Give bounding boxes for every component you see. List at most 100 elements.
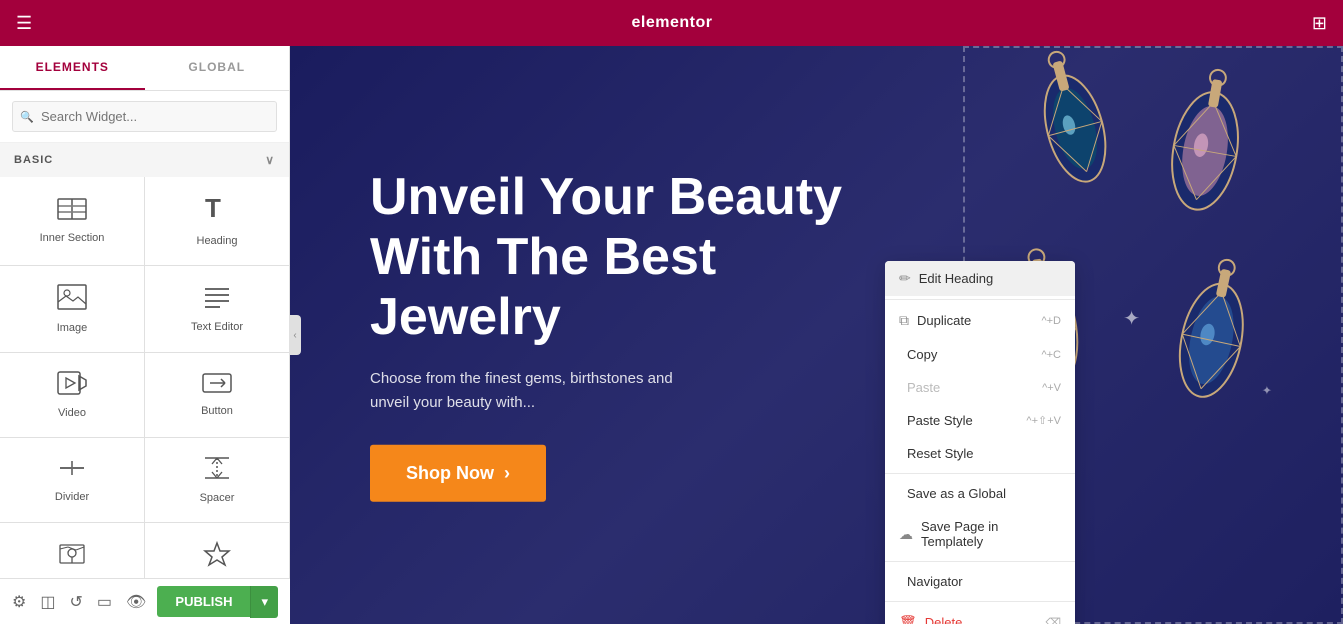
tab-global[interactable]: GLOBAL xyxy=(145,46,290,90)
copy-label: Copy xyxy=(907,347,937,362)
context-menu-copy[interactable]: Copy ^+C xyxy=(885,338,1075,371)
widget-inner-section-label: Inner Section xyxy=(40,232,105,244)
tab-elements[interactable]: ELEMENTS xyxy=(0,46,145,90)
context-menu-paste-style[interactable]: Paste Style ^+⇧+V xyxy=(885,404,1075,437)
context-menu-navigator-content: Navigator xyxy=(899,574,963,589)
context-menu: ✏ Edit Heading ⧉ Duplicate ^+D Copy xyxy=(885,261,1075,624)
star-icon xyxy=(203,541,231,573)
context-menu-reset-style-content: Reset Style xyxy=(899,446,973,461)
image-icon xyxy=(57,284,87,314)
search-box xyxy=(0,91,289,143)
context-menu-duplicate-content: ⧉ Duplicate xyxy=(899,312,971,329)
hamburger-icon[interactable]: ☰ xyxy=(16,13,32,34)
widget-image[interactable]: Image xyxy=(0,266,144,352)
paste-shortcut: ^+V xyxy=(1042,382,1061,394)
preview-icon[interactable]: 👁 xyxy=(126,592,146,612)
context-menu-edit-heading[interactable]: ✏ Edit Heading xyxy=(885,261,1075,296)
delete-shortcut: ⌫ xyxy=(1045,616,1061,624)
sidebar-tabs: ELEMENTS GLOBAL xyxy=(0,46,289,91)
widget-spacer-label: Spacer xyxy=(200,492,235,504)
settings-icon[interactable]: ⚙ xyxy=(12,592,26,612)
shop-now-arrow-icon: › xyxy=(504,463,510,484)
top-bar: ☰ elementor ⊞ xyxy=(0,0,1343,46)
hero-subtext: Choose from the finest gems, birthstones… xyxy=(370,367,890,415)
publish-button[interactable]: PUBLISH xyxy=(157,586,250,617)
paste-style-label: Paste Style xyxy=(907,413,973,428)
context-menu-navigator[interactable]: Navigator xyxy=(885,565,1075,598)
delete-icon: 🗑 xyxy=(899,614,917,624)
widget-text-editor-label: Text Editor xyxy=(191,321,243,333)
context-menu-paste-style-content: Paste Style xyxy=(899,413,973,428)
duplicate-shortcut: ^+D xyxy=(1041,315,1061,327)
widget-button[interactable]: Button xyxy=(145,353,289,437)
context-menu-edit-heading-content: ✏ Edit Heading xyxy=(899,270,993,287)
paste-label: Paste xyxy=(907,380,940,395)
chevron-down-icon: ∨ xyxy=(265,153,275,167)
widget-heading-label: Heading xyxy=(197,235,238,247)
reset-style-label: Reset Style xyxy=(907,446,973,461)
context-menu-save-templately[interactable]: ☁ Save Page in Templately xyxy=(885,510,1075,558)
context-menu-save-templately-content: ☁ Save Page in Templately xyxy=(899,519,1061,549)
responsive-icon[interactable]: ▭ xyxy=(97,592,112,612)
sidebar: ELEMENTS GLOBAL BASIC ∨ xyxy=(0,46,290,624)
widget-icon[interactable] xyxy=(145,523,289,578)
inner-section-icon xyxy=(57,198,87,224)
map-icon xyxy=(58,541,86,573)
bottom-icons: ⚙ ◫ ↺ ▭ 👁 xyxy=(12,592,146,612)
edit-heading-label: Edit Heading xyxy=(919,271,993,286)
hero-content: Unveil Your BeautyWith The Best Jewelry … xyxy=(370,168,890,502)
paste-style-shortcut: ^+⇧+V xyxy=(1026,414,1061,427)
publish-dropdown-button[interactable]: ▾ xyxy=(250,586,278,618)
context-menu-reset-style[interactable]: Reset Style xyxy=(885,437,1075,470)
widget-heading[interactable]: T Heading xyxy=(145,177,289,265)
collapse-handle[interactable]: ‹ xyxy=(289,315,301,355)
publish-group: PUBLISH ▾ xyxy=(157,586,278,618)
context-menu-paste: Paste ^+V xyxy=(885,371,1075,404)
canvas-area: Unveil Your BeautyWith The Best Jewelry … xyxy=(290,46,1343,624)
copy-shortcut: ^+C xyxy=(1041,349,1061,361)
widget-video-label: Video xyxy=(58,407,86,419)
context-menu-delete[interactable]: 🗑 Delete ⌫ xyxy=(885,605,1075,624)
context-menu-save-global[interactable]: Save as a Global xyxy=(885,477,1075,510)
cloud-icon: ☁ xyxy=(899,526,913,543)
history-icon[interactable]: ↺ xyxy=(69,592,82,612)
navigator-label: Navigator xyxy=(907,574,963,589)
widget-video[interactable]: Video xyxy=(0,353,144,437)
grid-icon[interactable]: ⊞ xyxy=(1312,13,1327,34)
search-input[interactable] xyxy=(12,101,277,132)
widget-image-label: Image xyxy=(57,322,88,334)
widget-inner-section[interactable]: Inner Section xyxy=(0,177,144,265)
button-icon xyxy=(202,373,232,397)
widgets-grid: Inner Section T Heading xyxy=(0,177,289,578)
svg-text:✦: ✦ xyxy=(1123,308,1140,330)
widget-text-editor[interactable]: Text Editor xyxy=(145,266,289,352)
layers-icon[interactable]: ◫ xyxy=(40,592,55,612)
hero-heading: Unveil Your BeautyWith The Best Jewelry xyxy=(370,168,890,347)
save-templately-label: Save Page in Templately xyxy=(921,519,1061,549)
main-layout: ELEMENTS GLOBAL BASIC ∨ xyxy=(0,46,1343,624)
separator-2 xyxy=(885,473,1075,474)
divider-icon xyxy=(57,457,87,483)
context-menu-duplicate[interactable]: ⧉ Duplicate ^+D xyxy=(885,303,1075,338)
shop-now-label: Shop Now xyxy=(406,463,494,484)
separator-3 xyxy=(885,561,1075,562)
svg-text:T: T xyxy=(205,195,221,223)
widget-divider-label: Divider xyxy=(55,491,89,503)
section-label: BASIC xyxy=(14,154,53,166)
widget-button-label: Button xyxy=(201,405,233,417)
spacer-icon xyxy=(202,456,232,484)
section-header-basic[interactable]: BASIC ∨ xyxy=(0,143,289,177)
widget-map[interactable] xyxy=(0,523,144,578)
duplicate-label: Duplicate xyxy=(917,313,971,328)
app-title: elementor xyxy=(632,14,713,32)
svg-text:✦: ✦ xyxy=(1262,383,1272,397)
duplicate-icon: ⧉ xyxy=(899,312,909,329)
video-icon xyxy=(57,371,87,399)
widget-divider[interactable]: Divider xyxy=(0,438,144,522)
delete-label: Delete xyxy=(925,615,963,624)
widget-spacer[interactable]: Spacer xyxy=(145,438,289,522)
separator-4 xyxy=(885,601,1075,602)
context-menu-paste-content: Paste xyxy=(899,380,940,395)
text-editor-icon xyxy=(202,285,232,313)
shop-now-button[interactable]: Shop Now › xyxy=(370,445,546,502)
